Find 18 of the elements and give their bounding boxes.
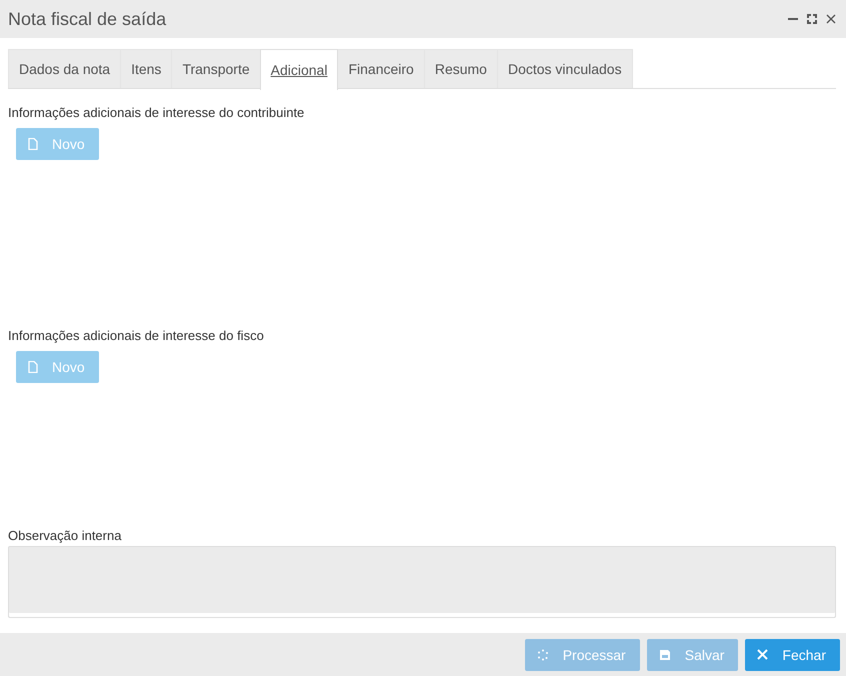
section-label: Informações adicionais de interesse do fisco <box>8 328 265 343</box>
field-label: Observação interna <box>8 528 122 543</box>
section-label: Informações adicionais de interesse do contribuinte <box>8 105 306 120</box>
tab[interactable]: Transporte <box>171 49 261 88</box>
floppy-icon <box>658 648 671 660</box>
close-icon <box>757 649 768 660</box>
spinner-icon <box>536 648 549 660</box>
tab[interactable]: Financeiro <box>337 49 425 88</box>
document-icon <box>28 361 38 373</box>
maximize-icon[interactable] <box>807 14 817 24</box>
tab[interactable]: Resumo <box>424 49 498 88</box>
tab[interactable]: Doctos vinculados <box>496 49 633 88</box>
tab[interactable]: Itens <box>120 49 172 88</box>
document-icon <box>28 138 38 150</box>
window-title: Nota fiscal de saída <box>8 8 168 30</box>
tab[interactable]: Dados da nota <box>8 49 122 88</box>
tab[interactable]: Adicional <box>260 49 338 90</box>
close-icon[interactable] <box>826 14 836 24</box>
